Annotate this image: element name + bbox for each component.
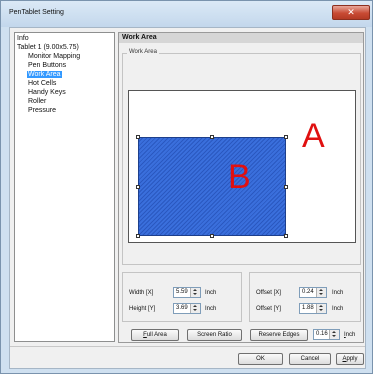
screen-ratio-label: Screen Ratio xyxy=(197,332,232,338)
tree-item-pen-buttons[interactable]: Pen Buttons xyxy=(15,61,114,70)
reserve-edges-value: 0.16 xyxy=(316,331,328,337)
offset-y-label: Offset [Y] xyxy=(256,306,281,312)
work-area-panel: Work Area Work Area A B Width [X] 5.59 I… xyxy=(118,32,364,343)
width-spin-buttons[interactable] xyxy=(190,288,200,297)
offset-x-stepper[interactable]: 0.24 xyxy=(299,287,327,298)
pentablet-setting-window: PenTablet Setting ✕ Info Tablet 1 (9.00x5… xyxy=(0,0,373,374)
close-button[interactable]: ✕ xyxy=(332,5,370,20)
height-stepper[interactable]: 3.69 xyxy=(173,303,201,314)
resize-handle-t[interactable] xyxy=(210,135,214,139)
tree-item-label: Hot Cells xyxy=(28,80,57,87)
width-unit: Inch xyxy=(205,290,217,296)
tree-item-label: Handy Keys xyxy=(28,89,66,96)
spin-up-icon[interactable] xyxy=(319,289,323,291)
offset-x-spin-buttons[interactable] xyxy=(316,288,326,297)
tree-item-label: Tablet 1 (9.00x5.75) xyxy=(17,44,79,51)
width-stepper[interactable]: 5.59 xyxy=(173,287,201,298)
title-bar[interactable]: PenTablet Setting ✕ xyxy=(1,1,372,27)
height-label: Height [Y] xyxy=(129,306,156,312)
spin-up-icon[interactable] xyxy=(332,331,336,333)
height-spin-buttons[interactable] xyxy=(190,304,200,313)
offset-x-unit: Inch xyxy=(332,290,344,296)
reserve-edges-stepper[interactable]: 0.16 xyxy=(313,329,340,340)
full-area-label: ull Area xyxy=(146,332,167,338)
offset-y-value: 1.88 xyxy=(302,305,314,311)
tree-item-label: Monitor Mapping xyxy=(28,53,81,60)
ok-label: OK xyxy=(256,356,265,362)
resize-handle-bl[interactable] xyxy=(136,234,140,238)
offset-group: Offset [X] 0.24 Inch Offset [Y] 1.88 Inc… xyxy=(249,272,361,322)
tree-item-label: Roller xyxy=(28,98,47,105)
offset-y-spin-buttons[interactable] xyxy=(316,304,326,313)
tree-item-monitor-mapping[interactable]: Monitor Mapping xyxy=(15,52,114,61)
resize-handle-tr[interactable] xyxy=(284,135,288,139)
resize-handle-r[interactable] xyxy=(284,185,288,189)
window-title: PenTablet Setting xyxy=(9,9,64,16)
spin-up-icon[interactable] xyxy=(193,305,197,307)
full-area-button[interactable]: Full Area xyxy=(131,329,179,341)
spin-down-icon[interactable] xyxy=(319,293,323,295)
panel-header: Work Area xyxy=(119,33,363,43)
dialog-client-area: Info Tablet 1 (9.00x5.75) Monitor Mapping P… xyxy=(9,27,366,369)
tree-item-roller[interactable]: Roller xyxy=(15,97,114,106)
tree-item-label: Pen Buttons xyxy=(28,62,67,69)
width-label: Width [X] xyxy=(129,290,154,296)
tree-item-tablet-1-9-00x5-75[interactable]: Tablet 1 (9.00x5.75) xyxy=(15,43,114,52)
reserve-spin-buttons[interactable] xyxy=(329,330,339,339)
tree-item-hot-cells[interactable]: Hot Cells xyxy=(15,79,114,88)
reserve-edges-unit: Inch xyxy=(344,332,355,338)
tree-item-work-area[interactable]: Work Area xyxy=(15,70,114,79)
ok-button[interactable]: OK xyxy=(238,353,283,365)
spin-down-icon[interactable] xyxy=(193,309,197,311)
size-group: Width [X] 5.59 Inch Height [Y] 3.69 Inch xyxy=(122,272,242,322)
resize-handle-b[interactable] xyxy=(210,234,214,238)
offset-x-value: 0.24 xyxy=(302,289,314,295)
offset-x-label: Offset [X] xyxy=(256,290,281,296)
tree-item-label: Work Area xyxy=(27,71,62,78)
tablet-area-a: A B xyxy=(128,90,356,243)
offset-y-unit: Inch xyxy=(332,306,344,312)
spin-down-icon[interactable] xyxy=(193,293,197,295)
width-value: 5.59 xyxy=(176,289,188,295)
resize-handle-br[interactable] xyxy=(284,234,288,238)
work-area-group-label: Work Area xyxy=(127,49,159,55)
close-icon: ✕ xyxy=(347,7,355,17)
resize-handle-tl[interactable] xyxy=(136,135,140,139)
tree-item-label: Pressure xyxy=(28,107,57,114)
apply-button[interactable]: Apply xyxy=(336,353,364,365)
spin-down-icon[interactable] xyxy=(319,309,323,311)
height-unit: Inch xyxy=(205,306,217,312)
resize-handle-l[interactable] xyxy=(136,185,140,189)
cancel-button[interactable]: Cancel xyxy=(289,353,331,365)
work-area-group: Work Area A B xyxy=(122,49,361,265)
cancel-label: Cancel xyxy=(300,356,320,362)
tree-item-info[interactable]: Info xyxy=(15,34,114,43)
reserve-unit-rest: nch xyxy=(345,332,356,338)
reserve-edges-label: Reserve Edges xyxy=(258,332,300,338)
settings-tree[interactable]: Info Tablet 1 (9.00x5.75) Monitor Mapping P… xyxy=(14,32,115,342)
spin-up-icon[interactable] xyxy=(319,305,323,307)
footer-divider xyxy=(10,346,365,347)
tree-item-handy-keys[interactable]: Handy Keys xyxy=(15,88,114,97)
spin-down-icon[interactable] xyxy=(332,335,336,337)
area-a-label: A xyxy=(302,117,325,155)
area-b-label: B xyxy=(228,158,251,196)
work-area-b[interactable]: B xyxy=(138,137,286,236)
height-value: 3.69 xyxy=(176,305,188,311)
offset-y-stepper[interactable]: 1.88 xyxy=(299,303,327,314)
tree-item-label: Info xyxy=(17,35,29,42)
tree-item-pressure[interactable]: Pressure xyxy=(15,106,114,115)
spin-up-icon[interactable] xyxy=(193,289,197,291)
reserve-edges-button[interactable]: Reserve Edges xyxy=(250,329,308,341)
screen-ratio-button[interactable]: Screen Ratio xyxy=(187,329,242,341)
apply-label: pply xyxy=(346,356,358,362)
